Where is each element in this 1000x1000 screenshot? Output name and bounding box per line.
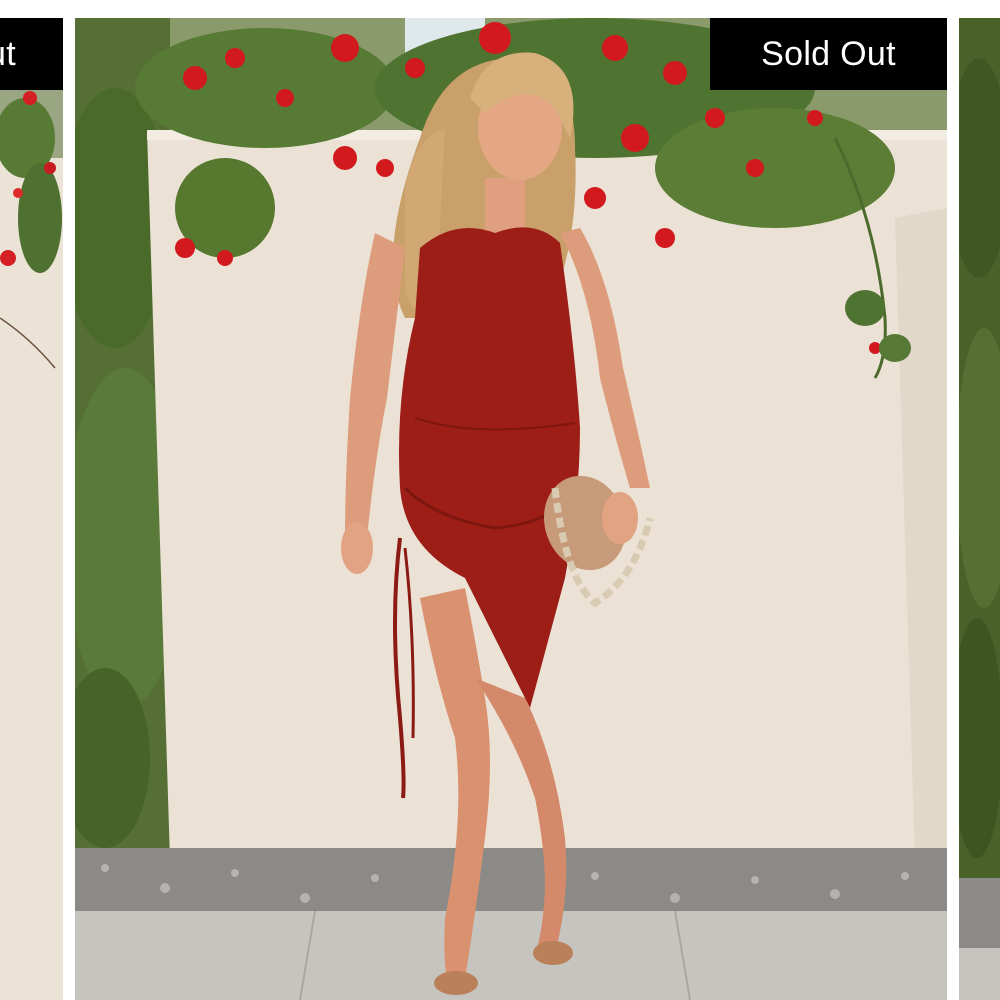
carousel-slide-current[interactable] bbox=[75, 18, 947, 1000]
next-product-image bbox=[959, 18, 1000, 1000]
carousel-slide-next[interactable] bbox=[959, 18, 1000, 1000]
sold-out-badge: Sold Out bbox=[710, 18, 947, 90]
sold-out-badge-previous: Sold Out bbox=[0, 18, 63, 90]
previous-product-image bbox=[0, 18, 63, 1000]
product-image-carousel: Sold Out bbox=[0, 0, 1000, 1000]
carousel-slide-previous[interactable] bbox=[0, 18, 63, 1000]
product-image bbox=[75, 18, 947, 1000]
